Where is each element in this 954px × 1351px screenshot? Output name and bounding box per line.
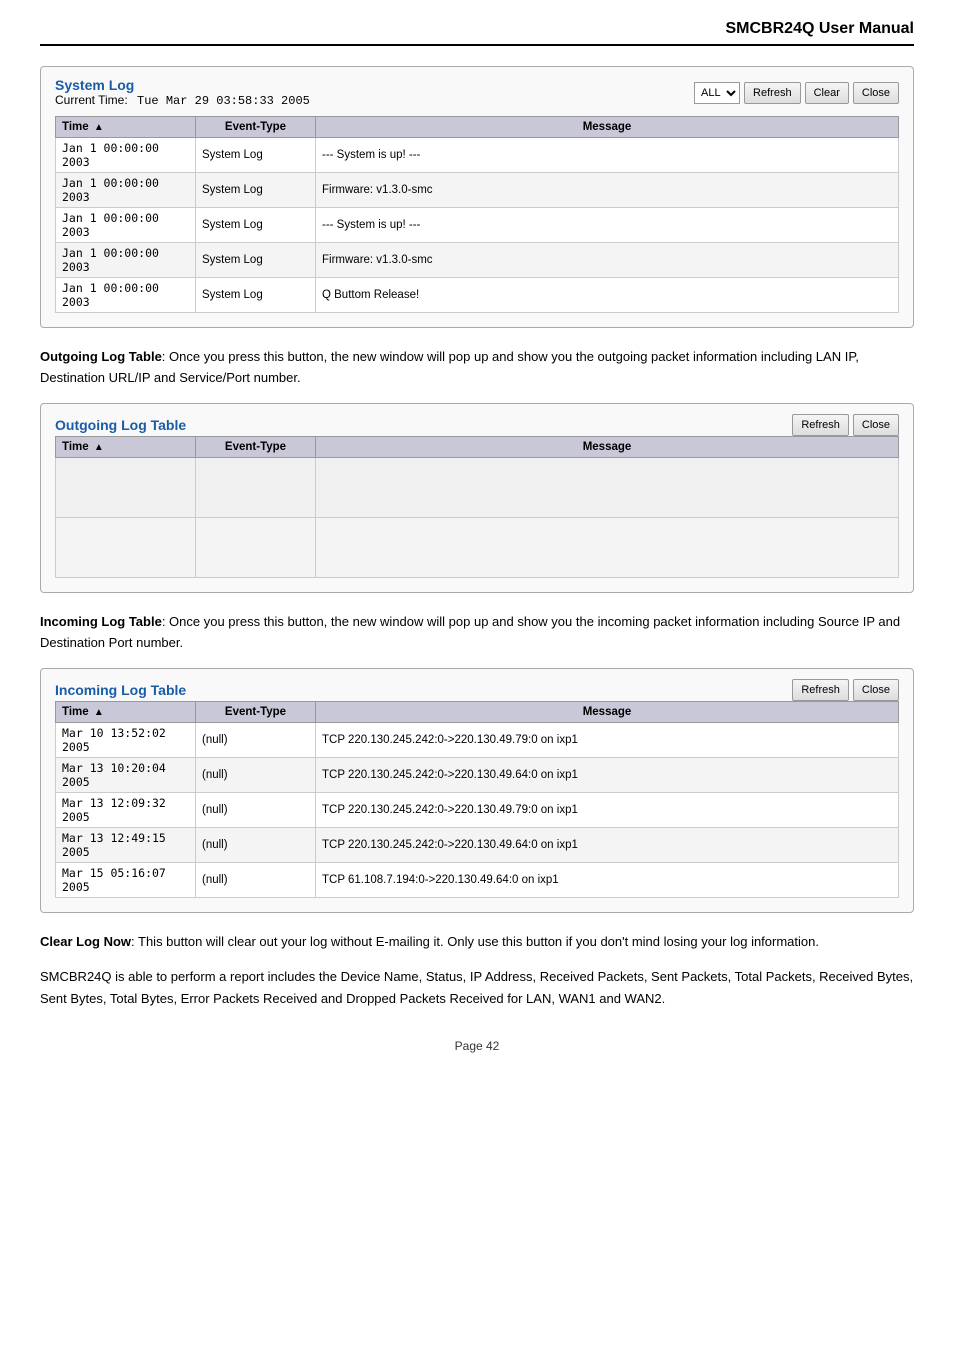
incoming-text: : Once you press this button, the new wi… [40,614,900,650]
system-log-title: System Log [55,77,134,93]
outgoing-log-controls: Refresh Close [792,414,899,436]
outgoing-empty-row [56,457,899,517]
system-log-title-area: System Log Current Time: Tue Mar 29 03:5… [55,77,310,108]
table-row: Jan 1 00:00:00 2003System LogFirmware: v… [56,173,899,208]
incoming-log-table: Time ▲ Event-Type Message Mar 10 13:52:0… [55,701,899,898]
system-log-close-button[interactable]: Close [853,82,899,104]
incoming-log-box: Incoming Log Table Refresh Close Time ▲ … [40,668,914,913]
table-row: Mar 15 05:16:07 2005(null)TCP 61.108.7.1… [56,862,899,897]
outgoing-log-header-row: Outgoing Log Table Refresh Close [55,414,899,436]
outgoing-log-refresh-button[interactable]: Refresh [792,414,849,436]
page-footer: Page 42 [40,1039,914,1053]
incoming-log-header-row: Incoming Log Table Refresh Close [55,679,899,701]
incoming-paragraph: Incoming Log Table: Once you press this … [40,611,914,654]
outgoing-log-box: Outgoing Log Table Refresh Close Time ▲ … [40,403,914,593]
incoming-col-time: Time ▲ [56,701,196,722]
system-log-refresh-button[interactable]: Refresh [744,82,801,104]
outgoing-paragraph: Outgoing Log Table: Once you press this … [40,346,914,389]
table-row: Mar 13 10:20:04 2005(null)TCP 220.130.24… [56,757,899,792]
outgoing-empty-row-2 [56,517,899,577]
clear-log-paragraph: Clear Log Now: This button will clear ou… [40,931,914,952]
system-log-col-time: Time ▲ [56,117,196,138]
outgoing-col-time: Time ▲ [56,436,196,457]
system-log-table: Time ▲ Event-Type Message Jan 1 00:00:00… [55,116,899,313]
system-log-controls: ALL Refresh Clear Close [694,82,899,104]
outgoing-log-table: Time ▲ Event-Type Message [55,436,899,578]
incoming-col-message: Message [316,701,899,722]
system-log-box: System Log Current Time: Tue Mar 29 03:5… [40,66,914,328]
incoming-log-controls: Refresh Close [792,679,899,701]
incoming-log-close-button[interactable]: Close [853,679,899,701]
system-log-col-message: Message [316,117,899,138]
table-row: Jan 1 00:00:00 2003System LogFirmware: v… [56,243,899,278]
page-title: SMCBR24Q User Manual [40,20,914,46]
smcbr-paragraph: SMCBR24Q is able to perform a report inc… [40,966,914,1009]
outgoing-text: : Once you press this button, the new wi… [40,349,859,385]
incoming-bold: Incoming Log Table [40,614,162,629]
system-log-header-row: System Log Current Time: Tue Mar 29 03:5… [55,77,899,108]
system-log-col-event: Event-Type [196,117,316,138]
table-row: Jan 1 00:00:00 2003System LogQ Buttom Re… [56,278,899,313]
incoming-col-event: Event-Type [196,701,316,722]
table-row: Mar 13 12:09:32 2005(null)TCP 220.130.24… [56,792,899,827]
outgoing-col-message: Message [316,436,899,457]
current-time-value: Tue Mar 29 03:58:33 2005 [137,94,310,108]
clear-log-text: : This button will clear out your log wi… [131,934,819,949]
incoming-log-title: Incoming Log Table [55,682,186,698]
current-time-label: Current Time: [55,93,128,107]
outgoing-bold: Outgoing Log Table [40,349,162,364]
clear-log-bold: Clear Log Now [40,934,131,949]
outgoing-log-title: Outgoing Log Table [55,417,186,433]
table-row: Mar 13 12:49:15 2005(null)TCP 220.130.24… [56,827,899,862]
outgoing-col-event: Event-Type [196,436,316,457]
system-log-clear-button[interactable]: Clear [805,82,849,104]
table-row: Jan 1 00:00:00 2003System Log--- System … [56,208,899,243]
outgoing-log-close-button[interactable]: Close [853,414,899,436]
table-row: Jan 1 00:00:00 2003System Log--- System … [56,138,899,173]
table-row: Mar 10 13:52:02 2005(null)TCP 220.130.24… [56,722,899,757]
incoming-log-refresh-button[interactable]: Refresh [792,679,849,701]
system-log-filter[interactable]: ALL [694,82,740,104]
